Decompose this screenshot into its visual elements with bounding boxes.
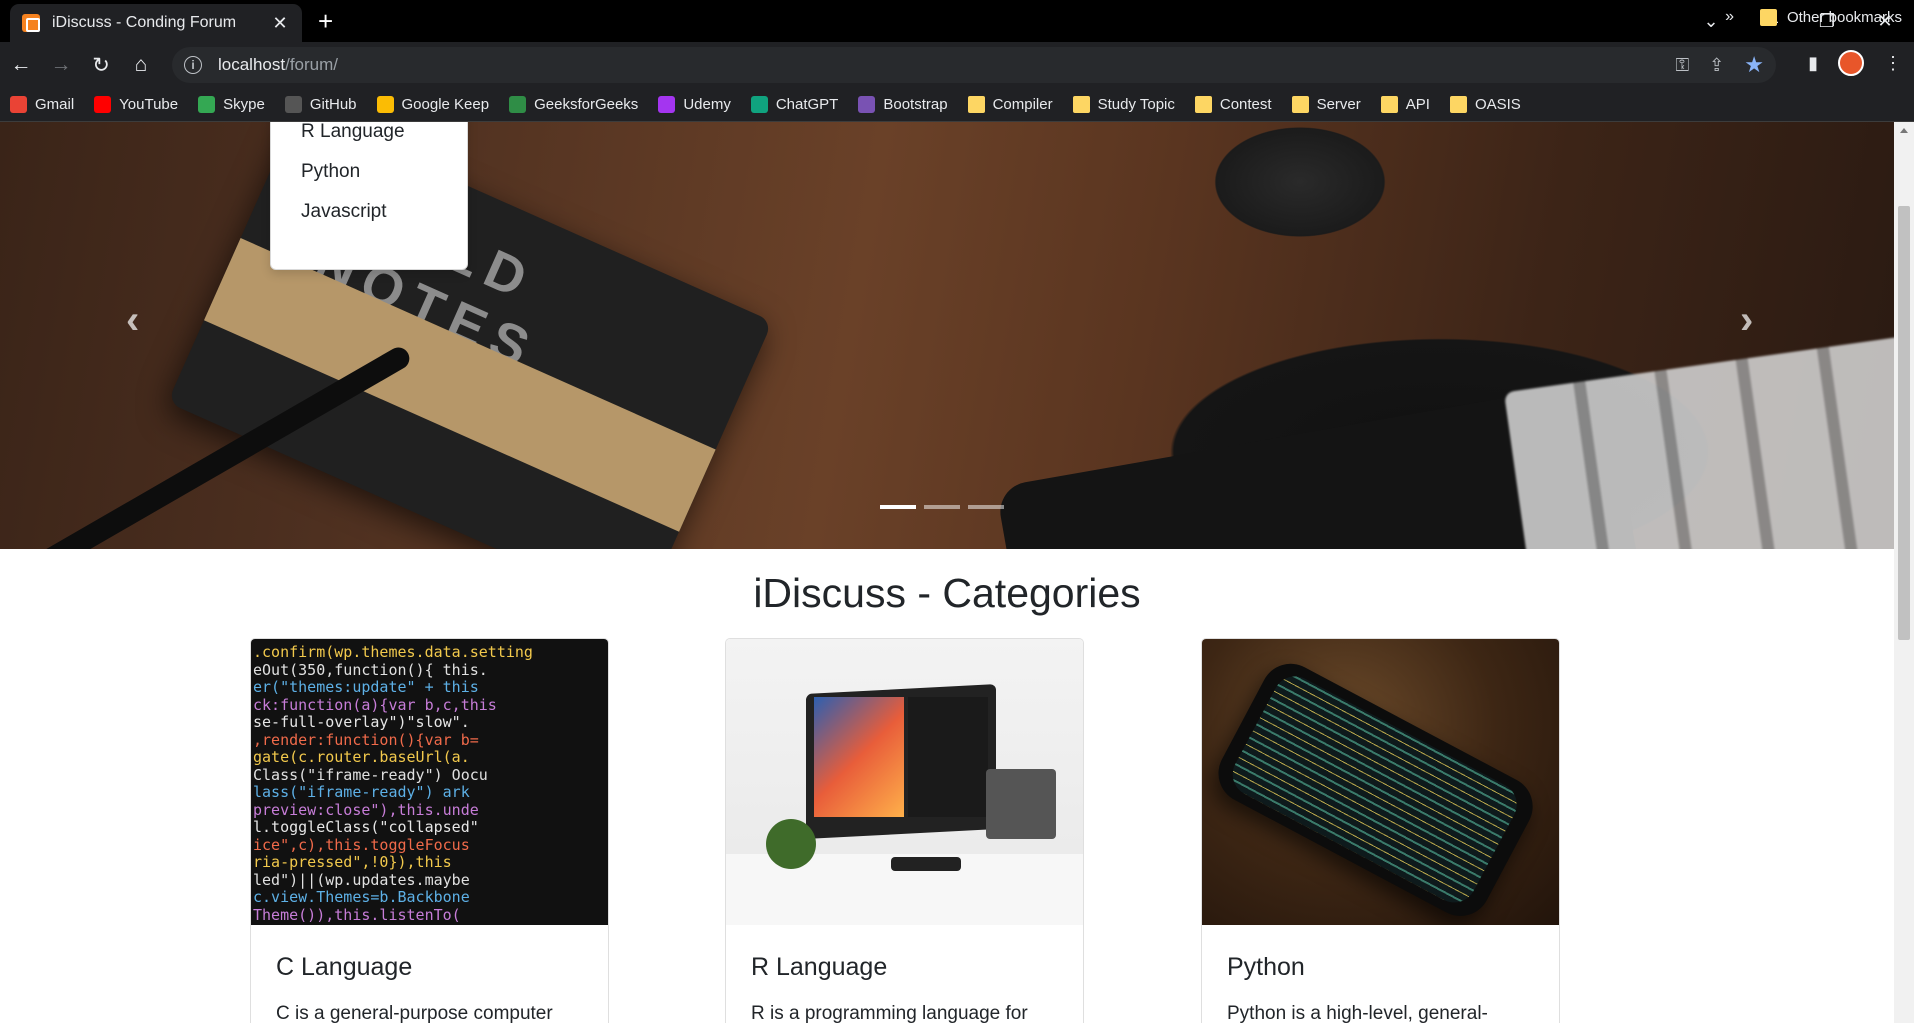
folder-icon [967,96,985,113]
card-title[interactable]: R Language [751,953,887,982]
youtube-icon [94,96,112,113]
carousel-next-icon[interactable]: › [1740,298,1753,343]
folder-icon [1759,8,1777,26]
page-scrollbar[interactable] [1894,122,1914,1023]
card-text: Python is a high-level, general- [1227,1003,1488,1023]
bookmark-gmail[interactable]: Gmail [10,96,74,113]
folder-icon [1380,96,1398,113]
bookmark-youtube[interactable]: YouTube [94,96,178,113]
card-image [1202,639,1559,925]
bookmark-api[interactable]: API [1380,96,1430,113]
other-bookmarks[interactable]: Other bookmarks [1759,0,1902,34]
folder-icon [1194,96,1212,113]
folder-icon [1449,96,1467,113]
tab-title: iDiscuss - Conding Forum [52,14,237,31]
xampp-favicon-icon [22,14,40,32]
bookmark-udemy[interactable]: Udemy [658,96,731,113]
card-image: .confirm(wp.themes.data.setting eOut(350,… [251,639,608,925]
bookmark-star-icon[interactable]: ★ [1744,52,1764,78]
close-tab-icon[interactable]: ✕ [270,13,290,34]
bookmarks-overflow-icon[interactable]: » [1725,8,1734,26]
bookmark-oasis[interactable]: OASIS [1449,96,1521,113]
categories-dropdown-menu: R Language Python Javascript [270,122,468,270]
category-card-r[interactable]: R Language R is a programming language f… [725,638,1084,1023]
carousel-indicator[interactable] [924,505,960,509]
profile-avatar[interactable] [1838,50,1864,76]
forward-icon[interactable]: → [48,52,74,78]
side-panel-icon[interactable]: ▮ [1808,53,1818,74]
back-icon[interactable]: ← [8,52,34,78]
scrollbar-thumb[interactable] [1898,206,1910,640]
site-info-icon[interactable]: i [184,56,202,74]
carousel-prev-icon[interactable]: ‹ [126,298,139,343]
udemy-icon [658,96,676,113]
carousel-indicator[interactable] [880,505,916,509]
page-viewport: FIELD NOTES ‹ › R Language Python Javasc… [0,122,1894,1023]
bookmark-github[interactable]: GitHub [284,96,357,113]
bookmark-geeksforgeeks[interactable]: GeeksforGeeks [509,96,638,113]
page-title: iDiscuss - Categories [753,570,1141,616]
bookmark-compiler[interactable]: Compiler [967,96,1053,113]
folder-icon [1072,96,1090,113]
browser-toolbar: ← → ↻ ⌂ i localhost/forum/ ⚿ ⇪ ★ ▮ ⋮ [0,42,1914,88]
dropdown-item-r-language[interactable]: R Language [301,122,405,143]
browser-tab[interactable]: iDiscuss - Conding Forum ✕ [10,4,302,42]
gmail-icon [10,96,27,113]
menu-icon[interactable]: ⋮ [1884,53,1902,74]
bookmark-bootstrap[interactable]: Bootstrap [858,96,948,113]
bookmark-contest[interactable]: Contest [1194,96,1272,113]
card-text: C is a general-purpose computer [276,1003,553,1023]
skype-icon [198,96,216,113]
bookmark-study-topic[interactable]: Study Topic [1072,96,1175,113]
reload-icon[interactable]: ↻ [88,52,114,78]
card-title[interactable]: C Language [276,953,412,982]
bookmark-server[interactable]: Server [1291,96,1361,113]
category-card-python[interactable]: Python Python is a high-level, general- [1201,638,1560,1023]
bookmark-skype[interactable]: Skype [198,96,265,113]
home-icon[interactable]: ⌂ [128,52,154,78]
carousel-indicator[interactable] [968,505,1004,509]
card-title[interactable]: Python [1227,953,1305,982]
url-text[interactable]: localhost/forum/ [218,55,338,75]
geeksforgeeks-icon [509,96,527,113]
bookmark-chatgpt[interactable]: ChatGPT [750,96,838,113]
field-notes-notebook: FIELD NOTES [167,122,773,549]
category-card-c[interactable]: .confirm(wp.themes.data.setting eOut(350,… [250,638,609,1023]
google-keep-icon [376,96,394,113]
card-image [726,639,1083,925]
keyboard-image [1503,334,1894,549]
bookmark-google-keep[interactable]: Google Keep [376,96,489,113]
github-icon [284,96,302,113]
folder-icon [1291,96,1309,113]
browser-tab-strip: iDiscuss - Conding Forum ✕ + ⌄ — ❐ ✕ [0,0,1914,42]
key-icon[interactable]: ⚿ [1675,55,1689,76]
scroll-up-icon[interactable] [1900,128,1908,133]
address-bar[interactable]: i localhost/forum/ ⚿ ⇪ ★ [172,47,1776,83]
bootstrap-icon [858,96,876,113]
bookmarks-bar: Gmail YouTube Skype GitHub Google Keep Geeksf… [0,88,1914,122]
share-icon[interactable]: ⇪ [1709,55,1724,76]
card-text: R is a programming language for [751,1003,1028,1023]
chatgpt-icon [750,96,768,113]
new-tab-icon[interactable]: + [318,6,333,37]
carousel-indicators [880,505,1004,509]
dropdown-item-python[interactable]: Python [301,161,360,183]
dropdown-item-javascript[interactable]: Javascript [301,201,387,223]
